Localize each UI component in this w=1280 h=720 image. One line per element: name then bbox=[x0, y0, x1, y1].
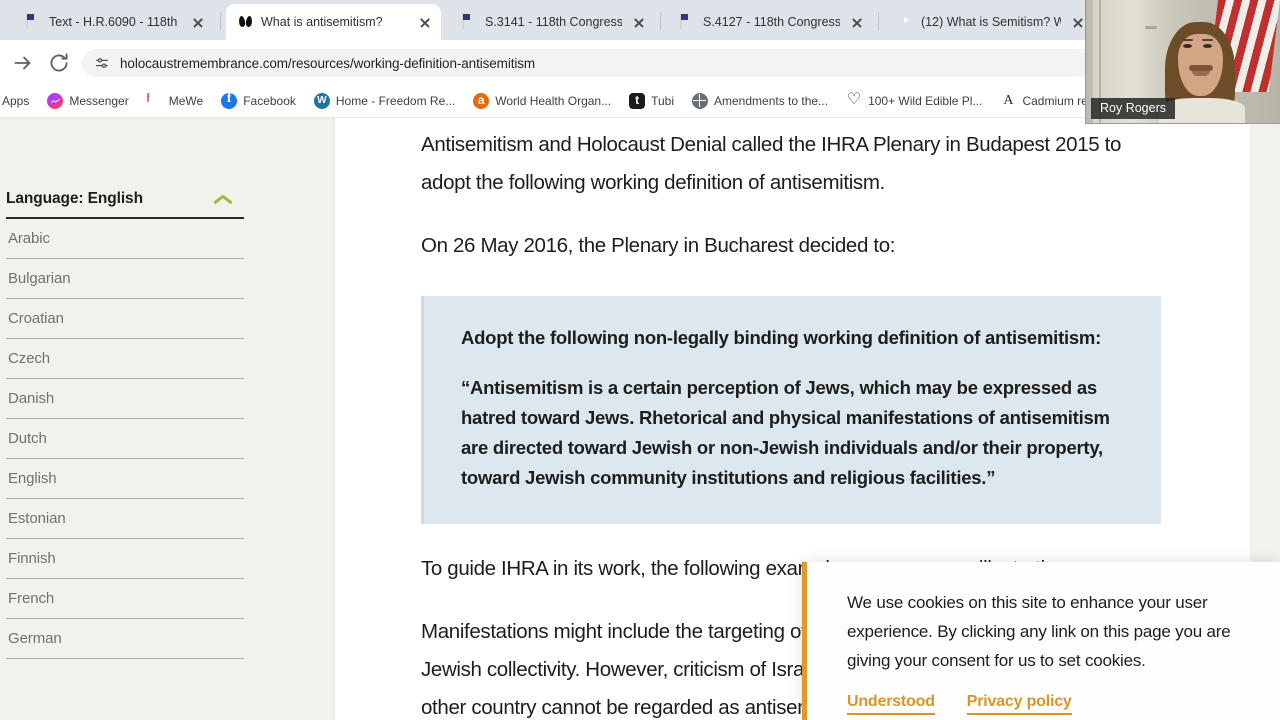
tab-title: Text - H.R.6090 - 118th Cong bbox=[49, 15, 181, 29]
serif-a-icon bbox=[1000, 92, 1016, 109]
heart-icon bbox=[846, 90, 862, 110]
language-item-arabic[interactable]: Arabic bbox=[6, 219, 244, 259]
tab-4[interactable]: (12) What is Semitism? Who bbox=[886, 4, 1094, 40]
bookmark-label: Tubi bbox=[651, 94, 674, 108]
language-item-english[interactable]: English bbox=[6, 459, 244, 499]
bookmark-wild-edible-plants[interactable]: 100+ Wild Edible Pl... bbox=[837, 89, 991, 113]
tab-title: S.3141 - 118th Congress (20 bbox=[485, 15, 622, 29]
tab-separator bbox=[878, 12, 879, 30]
reload-icon[interactable] bbox=[46, 50, 72, 76]
chevron-up-icon[interactable] bbox=[214, 193, 236, 205]
cookie-privacy-policy-link[interactable]: Privacy policy bbox=[966, 693, 1072, 715]
youtube-icon bbox=[898, 14, 914, 30]
tab-0[interactable]: Text - H.R.6090 - 118th Cong bbox=[14, 4, 214, 40]
working-definition-callout: Adopt the following non-legally binding … bbox=[421, 296, 1161, 524]
close-icon[interactable] bbox=[629, 12, 649, 32]
language-item-czech[interactable]: Czech bbox=[6, 339, 244, 379]
cookie-actions: Understood Privacy policy bbox=[847, 693, 1258, 715]
language-item-croatian[interactable]: Croatian bbox=[6, 299, 244, 339]
tab-3[interactable]: S.4127 - 118th Congress (20 bbox=[668, 4, 873, 40]
cookie-consent-banner: We use cookies on this site to enhance y… bbox=[802, 562, 1280, 720]
bookmark-label: World Health Organ... bbox=[495, 94, 612, 108]
bookmark-mewe[interactable]: MeWe bbox=[138, 89, 212, 113]
language-item-estonian[interactable]: Estonian bbox=[6, 499, 244, 539]
tune-sliders-icon[interactable] bbox=[94, 55, 110, 71]
webcam-border bbox=[1085, 0, 1280, 124]
tab-1[interactable]: What is antisemitism? bbox=[226, 4, 441, 40]
tab-title: What is antisemitism? bbox=[261, 15, 383, 29]
mewe-icon bbox=[146, 93, 163, 109]
globe-icon bbox=[692, 93, 708, 109]
bookmark-messenger[interactable]: Messenger bbox=[38, 89, 137, 113]
tab-2[interactable]: S.3141 - 118th Congress (20 bbox=[450, 4, 655, 40]
facebook-icon bbox=[221, 91, 238, 109]
close-icon[interactable] bbox=[847, 12, 867, 32]
bookmark-label: Messenger bbox=[69, 94, 129, 108]
us-flag-icon bbox=[680, 13, 696, 30]
language-item-german[interactable]: German bbox=[6, 619, 244, 659]
address-bar[interactable]: holocaustremembrance.com/resources/worki… bbox=[82, 49, 1252, 77]
language-item-danish[interactable]: Danish bbox=[6, 379, 244, 419]
messenger-icon bbox=[47, 93, 64, 109]
close-icon[interactable] bbox=[415, 12, 435, 32]
us-flag-icon bbox=[462, 13, 478, 30]
language-selector-header[interactable]: Language: English bbox=[0, 190, 250, 217]
bookmark-facebook[interactable]: Facebook bbox=[212, 89, 305, 113]
callout-quote: “Antisemitism is a certain perception of… bbox=[461, 377, 1110, 488]
webcam-overlay[interactable]: Roy Rogers bbox=[1085, 0, 1280, 124]
bookmark-label: Amendments to the... bbox=[714, 94, 829, 108]
arrow-forward-icon[interactable] bbox=[10, 50, 36, 76]
bookmark-freedom-home[interactable]: Home - Freedom Re... bbox=[305, 89, 464, 113]
us-flag-icon bbox=[26, 13, 42, 30]
language-item-dutch[interactable]: Dutch bbox=[6, 419, 244, 459]
bookmark-who[interactable]: World Health Organ... bbox=[464, 89, 620, 113]
close-icon[interactable] bbox=[188, 12, 208, 32]
language-item-french[interactable]: French bbox=[6, 579, 244, 619]
bookmark-apps[interactable]: Apps bbox=[0, 89, 38, 113]
tab-separator bbox=[220, 12, 221, 30]
cookie-message: We use cookies on this site to enhance y… bbox=[847, 593, 1231, 670]
language-list: Arabic Bulgarian Croatian Czech Danish D… bbox=[6, 219, 244, 659]
language-selector: Language: English Arabic Bulgarian Croat… bbox=[0, 190, 250, 659]
address-bar-url: holocaustremembrance.com/resources/worki… bbox=[120, 55, 536, 71]
tab-separator bbox=[660, 12, 661, 30]
bookmark-label: Facebook bbox=[243, 94, 296, 108]
bookmark-label: Home - Freedom Re... bbox=[335, 94, 456, 108]
content-edge-divider bbox=[333, 118, 335, 720]
who-icon bbox=[473, 92, 490, 109]
bookmark-label: Apps bbox=[2, 94, 30, 108]
ihra-logo-icon bbox=[238, 14, 254, 30]
bookmark-amendments[interactable]: Amendments to the... bbox=[683, 89, 837, 113]
bookmark-label: MeWe bbox=[168, 94, 204, 108]
language-selector-label: Language: English bbox=[6, 190, 143, 207]
bookmark-label: 100+ Wild Edible Pl... bbox=[868, 94, 983, 108]
language-item-finnish[interactable]: Finnish bbox=[6, 539, 244, 579]
article-paragraph-1: Antisemitism and Holocaust Denial called… bbox=[421, 133, 1122, 194]
wordpress-icon bbox=[313, 93, 330, 109]
tab-title: S.4127 - 118th Congress (20 bbox=[703, 15, 840, 29]
callout-heading: Adopt the following non-legally binding … bbox=[461, 327, 1102, 348]
language-item-bulgarian[interactable]: Bulgarian bbox=[6, 259, 244, 299]
tubi-icon bbox=[629, 92, 646, 109]
article-paragraph-2: On 26 May 2016, the Plenary in Bucharest… bbox=[421, 234, 896, 257]
browser-window: Text - H.R.6090 - 118th Cong What is ant… bbox=[0, 0, 1280, 720]
bookmark-tubi[interactable]: Tubi bbox=[620, 89, 683, 113]
cookie-understood-button[interactable]: Understood bbox=[847, 693, 935, 715]
tab-title: (12) What is Semitism? Who bbox=[921, 15, 1061, 29]
